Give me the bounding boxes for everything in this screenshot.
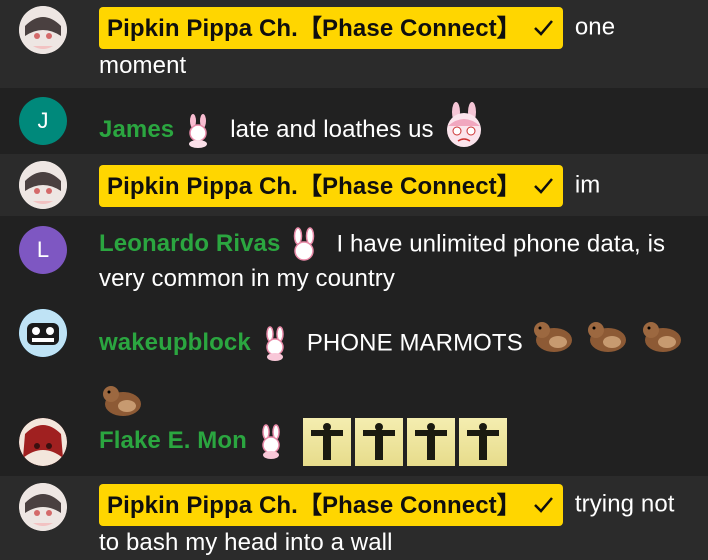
message-text: late and loathes us <box>230 115 434 143</box>
message-content: Leonardo Rivas I have unlimited phone dat… <box>99 227 694 295</box>
live-chat: Pipkin Pippa Ch.【Phase Connect】 one mome… <box>0 0 708 560</box>
crying-emote-icon <box>440 102 488 159</box>
owner-author-chip[interactable]: Pipkin Pippa Ch.【Phase Connect】 <box>99 7 563 49</box>
message-content: Flake E. Mon <box>99 416 694 466</box>
avatar[interactable] <box>19 6 67 54</box>
chat-message: Pipkin Pippa Ch.【Phase Connect】 im <box>0 154 708 216</box>
marmot-emote-icon <box>639 312 687 376</box>
avatar[interactable] <box>19 418 67 466</box>
chat-message: Pipkin Pippa Ch.【Phase Connect】 trying n… <box>0 476 708 560</box>
check-icon <box>531 16 555 40</box>
chat-message: J James late and loathes us <box>0 88 708 154</box>
tpose-emote-icon <box>354 417 403 466</box>
avatar[interactable]: J <box>19 97 67 145</box>
message-text: im <box>574 171 601 199</box>
author-name: Pipkin Pippa Ch.【Phase Connect】 <box>107 491 521 519</box>
tpose-emote-icon <box>406 417 455 466</box>
avatar[interactable] <box>19 309 67 357</box>
chat-message: Flake E. Mon <box>0 406 708 476</box>
owner-author-chip[interactable]: Pipkin Pippa Ch.【Phase Connect】 <box>99 165 563 207</box>
avatar-letter: L <box>36 237 50 262</box>
bunny-badge-icon <box>257 326 293 362</box>
message-content: Pipkin Pippa Ch.【Phase Connect】 one mome… <box>99 7 694 82</box>
author-name: Pipkin Pippa Ch.【Phase Connect】 <box>107 172 521 200</box>
message-content: Pipkin Pippa Ch.【Phase Connect】 trying n… <box>99 484 694 559</box>
author-name[interactable]: Flake E. Mon <box>99 427 247 454</box>
avatar[interactable]: L <box>19 226 67 274</box>
avatar[interactable] <box>19 483 67 531</box>
owner-author-chip[interactable]: Pipkin Pippa Ch.【Phase Connect】 <box>99 484 563 526</box>
author-name: Pipkin Pippa Ch.【Phase Connect】 <box>107 14 521 42</box>
chat-message: wakeupblock PHONE MARMOTS <box>0 298 708 416</box>
marmot-emote-icon <box>530 312 578 376</box>
marmot-emote-icon <box>584 312 632 376</box>
author-name[interactable]: James <box>99 116 174 143</box>
avatar-letter: J <box>37 108 49 133</box>
avatar[interactable] <box>19 161 67 209</box>
chat-message: Pipkin Pippa Ch.【Phase Connect】 one mome… <box>0 0 708 88</box>
message-content: Pipkin Pippa Ch.【Phase Connect】 im <box>99 165 694 207</box>
bunny-badge-icon <box>286 227 322 263</box>
chat-message: L Leonardo Rivas I have unlimited phone d… <box>0 216 708 298</box>
message-text: PHONE MARMOTS <box>306 329 523 357</box>
tpose-emote-icon <box>302 417 351 466</box>
check-icon <box>531 174 555 198</box>
bunny-badge-icon <box>180 113 216 149</box>
tpose-emote-icon <box>458 417 507 466</box>
bunny-badge-icon <box>253 423 289 460</box>
check-icon <box>531 493 555 517</box>
author-name[interactable]: Leonardo Rivas <box>99 230 280 257</box>
message-content: James late and loathes us <box>99 102 694 159</box>
author-name[interactable]: wakeupblock <box>99 329 251 356</box>
